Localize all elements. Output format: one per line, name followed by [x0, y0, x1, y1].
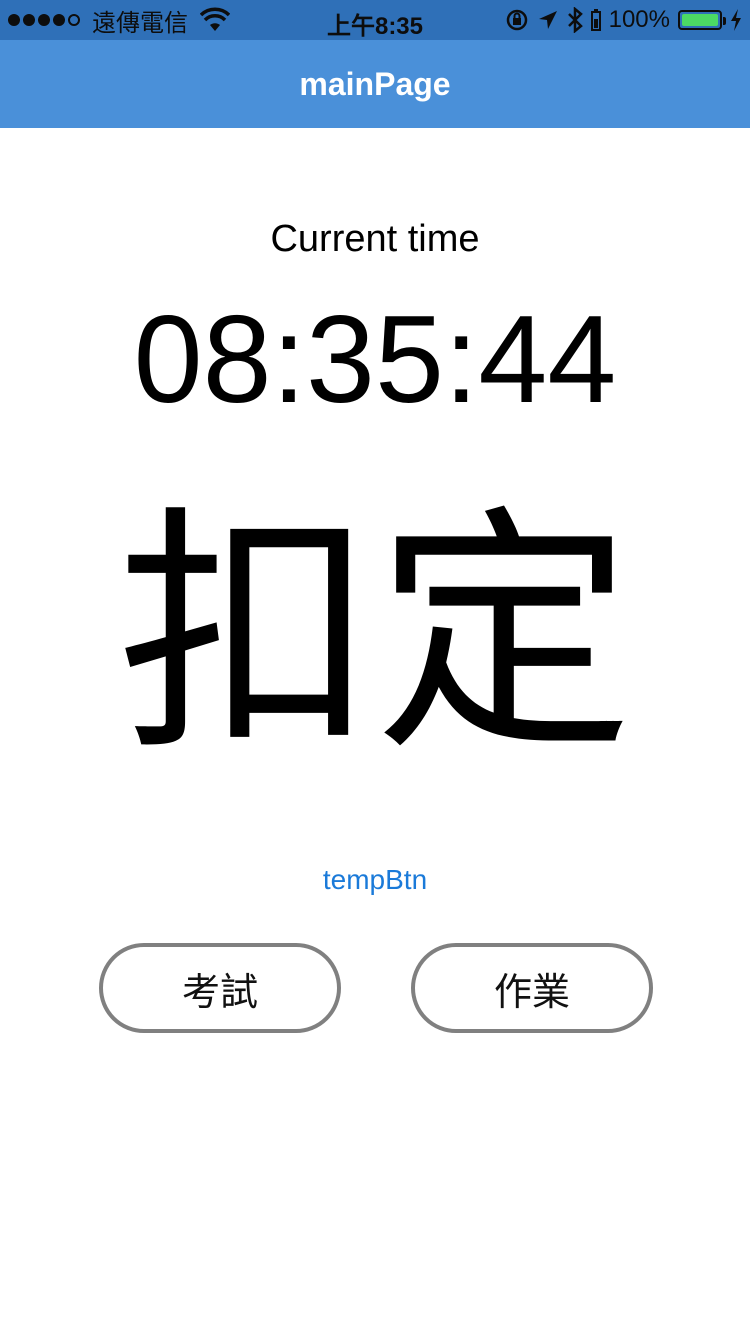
- charging-bolt-icon: [731, 9, 741, 31]
- page-title: mainPage: [299, 65, 451, 102]
- exam-button[interactable]: 考試: [99, 943, 341, 1033]
- battery-fill: [682, 14, 718, 26]
- battery-percent: 100%: [608, 6, 670, 33]
- status-bar: 遠傳電信 上午8:35 100%: [0, 0, 750, 40]
- rotation-lock-icon: [506, 9, 527, 31]
- homework-button[interactable]: 作業: [411, 943, 653, 1033]
- status-right: 100%: [505, 6, 742, 34]
- navigation-bar: mainPage: [0, 40, 750, 128]
- clock-display: 08:35:44: [133, 291, 617, 429]
- current-time-label: Current time: [270, 218, 480, 260]
- location-arrow-icon: [538, 11, 557, 29]
- status-text: 扣定: [117, 490, 633, 779]
- temp-button[interactable]: tempBtn: [0, 864, 750, 896]
- bluetooth-icon: [567, 7, 583, 33]
- battery-small-icon: [590, 9, 601, 31]
- battery-icon: [678, 10, 726, 30]
